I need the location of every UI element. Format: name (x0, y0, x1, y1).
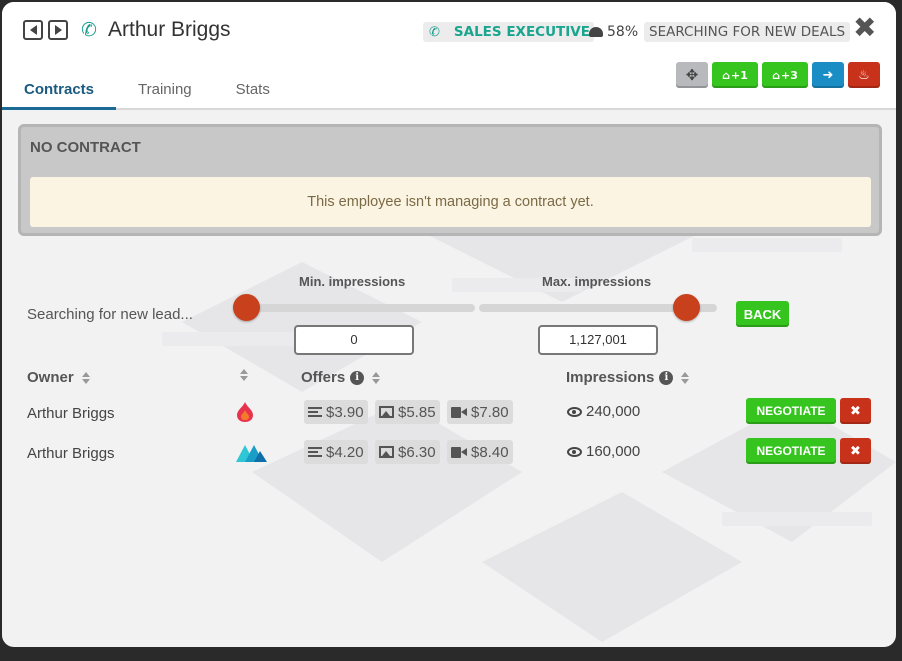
exit-button[interactable]: ➜ (812, 62, 844, 88)
tab-training[interactable]: Training (116, 74, 214, 110)
image-ad-offer: $6.30 (375, 440, 440, 464)
previous-employee-button[interactable] (23, 20, 43, 40)
mountain-logo-icon (236, 445, 267, 462)
impressions-cell: 160,000 (567, 443, 640, 460)
contract-panel: NO CONTRACT This employee isn't managing… (18, 124, 882, 236)
role-badge: ✆ SALES EXECUTIVE (423, 22, 594, 42)
offers-header-label: Offers (301, 369, 346, 386)
image-icon (379, 446, 394, 458)
video-ad-price: $7.80 (471, 403, 509, 421)
flame-logo-icon (237, 402, 253, 422)
home-icon: ⌂ (772, 68, 780, 82)
add-three-desks-button[interactable]: ⌂ +3 (762, 62, 808, 88)
flame-icon: ♨ (858, 67, 870, 83)
impressions-header-label: Impressions (566, 369, 655, 386)
text-lines-icon (308, 406, 322, 418)
max-impressions-slider-handle[interactable] (673, 294, 700, 321)
contract-message: This employee isn't managing a contract … (30, 177, 871, 227)
video-ad-price: $8.40 (471, 443, 509, 461)
offers-column-header[interactable]: Offers i (301, 369, 381, 386)
info-icon[interactable]: i (659, 370, 674, 385)
eye-icon (567, 406, 582, 417)
phone-icon: ✆ (429, 24, 440, 40)
text-ad-price: $4.20 (326, 443, 364, 461)
close-icon: ✖ (850, 403, 861, 419)
sort-icon (681, 371, 690, 384)
add-three-label: +3 (781, 68, 798, 82)
max-impressions-input[interactable]: 1,127,001 (538, 325, 658, 355)
sort-icon (372, 371, 381, 384)
min-impressions-input[interactable]: 0 (294, 325, 414, 355)
min-impressions-slider-handle[interactable] (233, 294, 260, 321)
workload-value: 58% (607, 24, 639, 40)
tab-bar: Contracts Training Stats (2, 74, 292, 110)
gauge-icon (589, 27, 603, 37)
sort-icon (240, 369, 248, 381)
add-one-desk-button[interactable]: ⌂ +1 (712, 62, 758, 88)
move-arrows-icon: ✥ (685, 66, 699, 84)
owner-header-label: Owner (27, 369, 74, 386)
owner-name: Arthur Briggs (27, 405, 115, 422)
reject-offer-button[interactable]: ✖ (840, 398, 871, 424)
fire-employee-button[interactable]: ♨ (848, 62, 880, 88)
info-icon[interactable]: i (350, 370, 365, 385)
negotiate-button[interactable]: NEGOTIATE (746, 398, 836, 424)
move-button[interactable]: ✥ (676, 62, 708, 88)
text-lines-icon (308, 446, 322, 458)
sign-out-icon: ➜ (822, 67, 834, 83)
text-ad-offer: $4.20 (304, 440, 368, 464)
negotiate-button[interactable]: NEGOTIATE (746, 438, 836, 464)
text-ad-offer: $3.90 (304, 400, 368, 424)
arrow-left-icon (29, 25, 37, 35)
phone-icon: ✆ (81, 19, 97, 41)
back-button[interactable]: BACK (736, 301, 789, 327)
owner-name: Arthur Briggs (27, 445, 115, 462)
image-icon (379, 406, 394, 418)
close-icon: ✖ (850, 443, 861, 459)
close-icon[interactable]: ✖ (853, 14, 876, 42)
reject-offer-button[interactable]: ✖ (840, 438, 871, 464)
table-row: Arthur Briggs $4.20 $6.30 $8.40 160,000 … (2, 438, 896, 468)
home-icon: ⌂ (722, 68, 730, 82)
employee-name: Arthur Briggs (108, 18, 231, 41)
contract-title: NO CONTRACT (30, 139, 141, 156)
min-impressions-track[interactable] (245, 304, 475, 312)
video-ad-offer: $8.40 (447, 440, 513, 464)
video-camera-icon (451, 446, 467, 458)
impressions-value: 240,000 (586, 403, 641, 420)
tab-contracts[interactable]: Contracts (2, 74, 117, 110)
role-label: SALES EXECUTIVE (453, 24, 590, 40)
next-employee-button[interactable] (48, 20, 68, 40)
window-header: ✆ Arthur Briggs ✆ SALES EXECUTIVE 58% SE… (2, 2, 896, 110)
min-impressions-label: Min. impressions (299, 274, 406, 289)
text-ad-price: $3.90 (326, 403, 364, 421)
image-ad-price: $6.30 (398, 443, 436, 461)
video-ad-offer: $7.80 (447, 400, 513, 424)
status-badge: SEARCHING FOR NEW DEALS (644, 22, 851, 42)
sort-icon (81, 371, 90, 384)
impressions-cell: 240,000 (567, 403, 640, 420)
max-impressions-label: Max. impressions (542, 274, 652, 289)
impressions-value: 160,000 (586, 443, 641, 460)
image-ad-offer: $5.85 (375, 400, 440, 424)
arrow-right-icon (54, 25, 62, 35)
tab-stats[interactable]: Stats (214, 74, 292, 110)
owner-column-header[interactable]: Owner (27, 369, 90, 386)
workload-indicator: 58% (589, 22, 638, 42)
add-one-label: +1 (731, 68, 748, 82)
employee-window: ✆ Arthur Briggs ✆ SALES EXECUTIVE 58% SE… (2, 2, 896, 647)
video-camera-icon (451, 406, 467, 418)
search-status-label: Searching for new lead... (27, 306, 193, 323)
logo-column-header[interactable] (232, 369, 248, 381)
image-ad-price: $5.85 (398, 403, 436, 421)
table-row: Arthur Briggs $3.90 $5.85 $7.80 240,000 … (2, 398, 896, 428)
eye-icon (567, 446, 582, 457)
impressions-column-header[interactable]: Impressions i (566, 369, 690, 386)
